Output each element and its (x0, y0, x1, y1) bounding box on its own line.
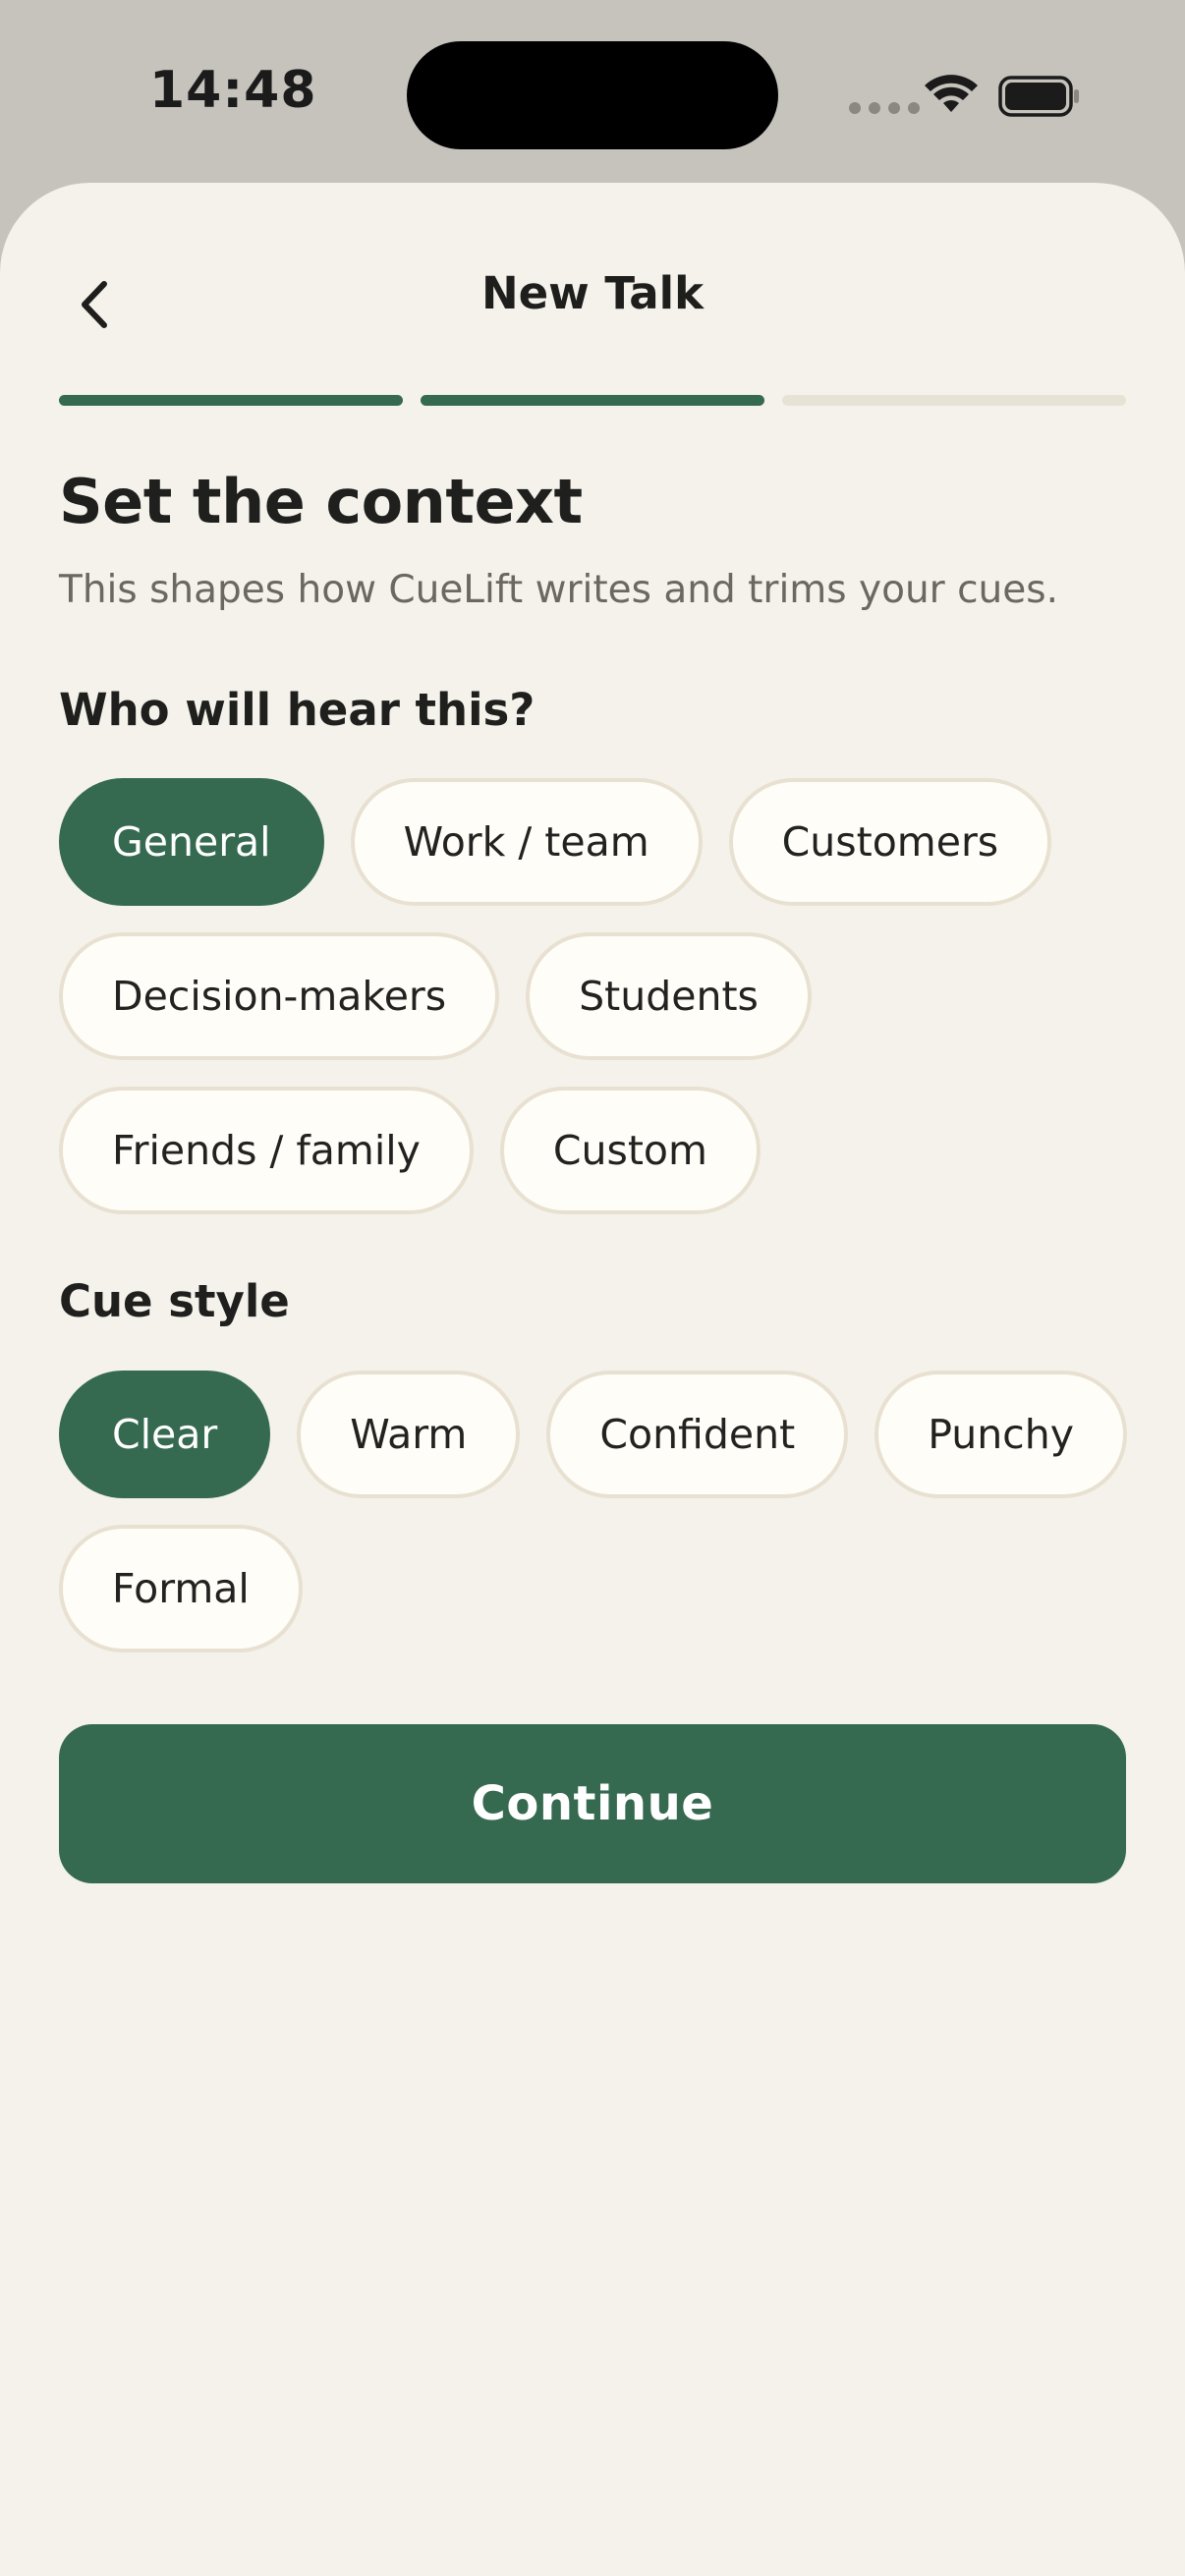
audience-options: General Work / team Customers Decision-m… (59, 778, 1140, 1214)
audience-chip-friends-family[interactable]: Friends / family (59, 1087, 474, 1214)
step-progress (59, 395, 1126, 406)
style-chip-formal[interactable]: Formal (59, 1525, 303, 1652)
status-time: 14:48 (149, 61, 317, 120)
audience-chip-work-team[interactable]: Work / team (350, 778, 703, 906)
progress-step-3 (782, 395, 1126, 406)
audience-chip-customers[interactable]: Customers (728, 778, 1052, 906)
battery-icon (998, 76, 1079, 117)
page-title: New Talk (480, 267, 705, 319)
cue-style-options: Clear Warm Confident Punchy Formal (59, 1371, 1140, 1652)
section-subtitle: This shapes how CueLift writes and trims… (59, 568, 1058, 612)
cue-style-label: Cue style (59, 1275, 290, 1327)
style-chip-punchy[interactable]: Punchy (875, 1371, 1127, 1498)
cellular-signal-icon (849, 102, 920, 114)
modal-sheet: New Talk Set the context This shapes how… (0, 183, 1185, 2576)
audience-chip-decision-makers[interactable]: Decision-makers (59, 932, 500, 1060)
dynamic-island (407, 41, 778, 149)
audience-chip-general[interactable]: General (59, 778, 324, 906)
progress-step-1 (59, 395, 403, 406)
audience-chip-custom[interactable]: Custom (499, 1087, 761, 1214)
style-chip-confident[interactable]: Confident (546, 1371, 849, 1498)
progress-step-2 (421, 395, 764, 406)
style-chip-clear[interactable]: Clear (59, 1371, 271, 1498)
wifi-icon (925, 75, 978, 112)
audience-label: Who will hear this? (59, 684, 536, 736)
screen: 14:48 New Talk Set the context This shap… (0, 0, 1185, 2576)
continue-button[interactable]: Continue (59, 1724, 1126, 1883)
audience-chip-students[interactable]: Students (526, 932, 812, 1060)
section-heading: Set the context (59, 466, 583, 537)
style-chip-warm[interactable]: Warm (297, 1371, 521, 1498)
